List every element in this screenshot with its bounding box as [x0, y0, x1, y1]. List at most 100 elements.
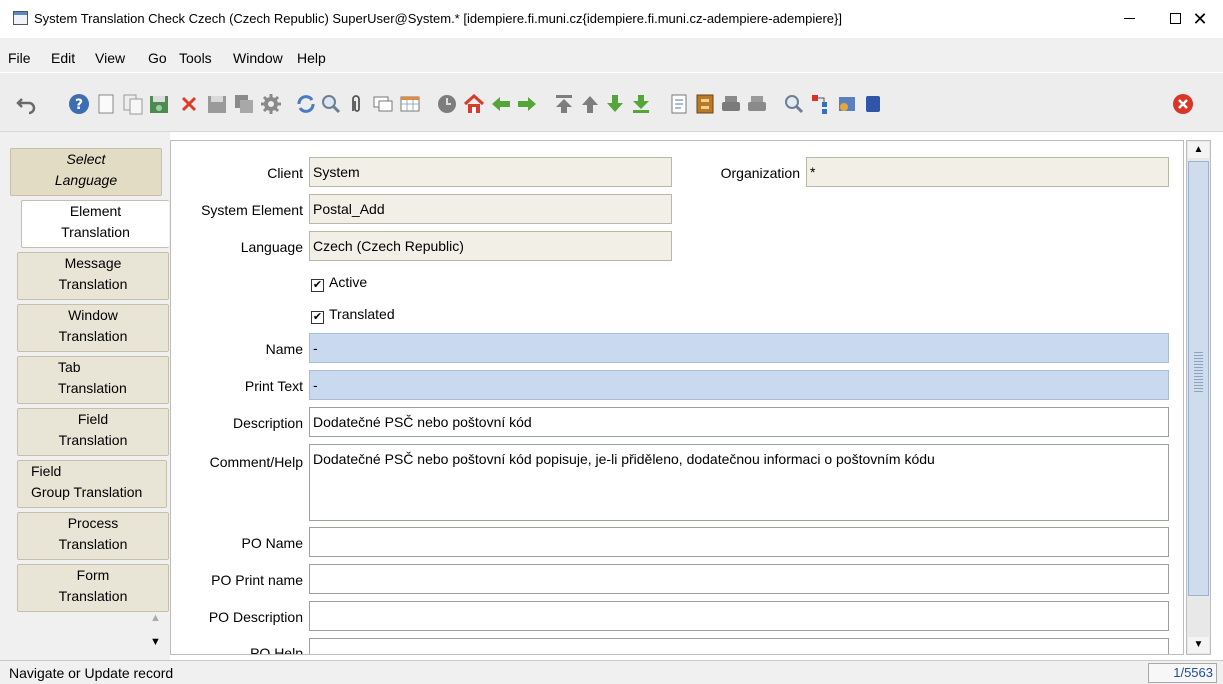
organization-field[interactable]: * — [806, 157, 1169, 187]
translated-label: Translated — [329, 306, 395, 322]
end-icon[interactable] — [862, 93, 884, 115]
close-window-icon[interactable] — [1172, 93, 1194, 115]
print-text-field[interactable]: - — [309, 370, 1169, 400]
comment-help-field[interactable]: Dodatečné PSČ nebo poštovní kód popisuje… — [309, 444, 1169, 521]
scroll-down-icon[interactable]: ▼ — [1188, 637, 1209, 653]
print-preview-icon[interactable] — [720, 93, 742, 115]
archive-icon[interactable] — [694, 93, 716, 115]
tab-process-translation[interactable]: Process Translation — [17, 512, 169, 560]
tab-scroll-down-icon[interactable]: ▼ — [150, 636, 161, 648]
zoom-across-icon[interactable] — [783, 93, 805, 115]
record-count[interactable]: 1/5563 — [1148, 663, 1217, 683]
menu-help[interactable]: Help — [297, 50, 326, 66]
description-label: Description — [232, 415, 303, 431]
tab-element-translation[interactable]: Element Translation — [21, 200, 169, 248]
po-help-label: PO Help — [250, 645, 303, 655]
help-icon[interactable]: ? — [68, 93, 90, 115]
po-name-label: PO Name — [241, 535, 303, 551]
po-help-field[interactable] — [309, 638, 1169, 654]
tab-field-group-translation[interactable]: Field Group Translation — [17, 460, 167, 508]
refresh-icon[interactable] — [295, 93, 317, 115]
minimize-button[interactable] — [1106, 6, 1152, 32]
scroll-up-icon[interactable]: ▲ — [1188, 142, 1209, 158]
po-description-field[interactable] — [309, 601, 1169, 631]
po-print-name-field[interactable] — [309, 564, 1169, 594]
detail-icon[interactable] — [516, 93, 538, 115]
workflow-icon[interactable] — [809, 93, 831, 115]
report-icon[interactable] — [668, 93, 690, 115]
description-field[interactable]: Dodatečné PSČ nebo poštovní kód — [309, 407, 1169, 437]
save-new-icon[interactable] — [148, 93, 170, 115]
menu-view[interactable]: View — [95, 50, 125, 66]
find-icon[interactable] — [320, 93, 342, 115]
history-icon[interactable] — [436, 93, 458, 115]
undo-icon[interactable] — [16, 93, 38, 115]
active-checkbox[interactable]: ✔ Active — [311, 274, 367, 292]
tab-tab-translation[interactable]: Tab Translation — [17, 356, 169, 404]
name-field[interactable]: - — [309, 333, 1169, 363]
tab-select-language[interactable]: Select Language — [10, 148, 162, 196]
copy-record-icon[interactable] — [122, 93, 144, 115]
tab-panel: Select Language Element Translation Mess… — [0, 132, 170, 660]
tab-field-translation[interactable]: Field Translation — [17, 408, 169, 456]
tab-label-line2: Translation — [58, 432, 128, 448]
language-field[interactable]: Czech (Czech Republic) — [309, 231, 672, 261]
organization-label: Organization — [720, 165, 800, 181]
name-label: Name — [265, 341, 303, 357]
parent-icon[interactable] — [490, 93, 512, 115]
po-name-field[interactable] — [309, 527, 1169, 557]
print-text-label: Print Text — [244, 378, 303, 394]
save-icon[interactable] — [206, 93, 228, 115]
scrollbar-thumb[interactable] — [1188, 161, 1209, 596]
svg-text:?: ? — [75, 97, 83, 113]
window-title: System Translation Check Czech (Czech Re… — [34, 11, 842, 26]
vertical-scrollbar[interactable]: ▲ ▼ — [1186, 140, 1211, 655]
status-message: Navigate or Update record — [9, 665, 174, 681]
attachment-icon[interactable] — [345, 93, 367, 115]
checkmark-icon: ✔ — [311, 311, 324, 324]
chat-icon[interactable] — [372, 93, 394, 115]
multi-record-icon[interactable] — [233, 93, 255, 115]
toolbar: ? — [0, 72, 1223, 132]
close-button[interactable]: ✕ — [1177, 6, 1223, 32]
product-info-icon[interactable] — [836, 93, 858, 115]
client-field[interactable]: System — [309, 157, 672, 187]
tab-label-line2: Translation — [58, 328, 128, 344]
tab-label-line2: Group Translation — [31, 484, 143, 500]
delete-icon[interactable] — [178, 93, 200, 115]
menu-tools[interactable]: Tools — [179, 50, 212, 66]
menu-go[interactable]: Go — [148, 50, 167, 66]
close-icon: ✕ — [1192, 9, 1208, 29]
tab-label-line1: Message — [64, 255, 122, 271]
menu-file[interactable]: File — [8, 50, 31, 66]
tab-scroll-up-icon[interactable]: ▲ — [150, 612, 161, 624]
comment-help-label: Comment/Help — [209, 454, 303, 470]
tab-label-line1: Element — [69, 203, 122, 219]
tab-label-line2: Translation — [58, 276, 128, 292]
translated-checkbox[interactable]: ✔ Translated — [311, 306, 395, 324]
tab-label-line1: Field — [77, 411, 109, 427]
title-bar: System Translation Check Czech (Czech Re… — [0, 0, 1223, 38]
first-record-icon[interactable] — [553, 93, 575, 115]
po-description-label: PO Description — [208, 609, 303, 625]
settings-icon[interactable] — [260, 93, 282, 115]
home-icon[interactable] — [463, 93, 485, 115]
tab-label-line2: Translation — [58, 588, 128, 604]
checkmark-icon: ✔ — [311, 279, 324, 292]
system-element-field[interactable]: Postal_Add — [309, 194, 672, 224]
previous-record-icon[interactable] — [579, 93, 601, 115]
next-record-icon[interactable] — [604, 93, 626, 115]
menu-edit[interactable]: Edit — [51, 50, 75, 66]
print-icon[interactable] — [746, 93, 768, 115]
menu-window[interactable]: Window — [233, 50, 283, 66]
tab-window-translation[interactable]: Window Translation — [17, 304, 169, 352]
new-record-icon[interactable] — [95, 93, 117, 115]
tab-form-translation[interactable]: Form Translation — [17, 564, 169, 612]
tab-label-line2: Translation — [61, 224, 130, 240]
grid-toggle-icon[interactable] — [399, 93, 421, 115]
tab-label-line1: Window — [68, 307, 118, 323]
tab-message-translation[interactable]: Message Translation — [17, 252, 169, 300]
last-record-icon[interactable] — [630, 93, 652, 115]
active-label: Active — [329, 274, 368, 290]
client-label: Client — [267, 165, 303, 181]
